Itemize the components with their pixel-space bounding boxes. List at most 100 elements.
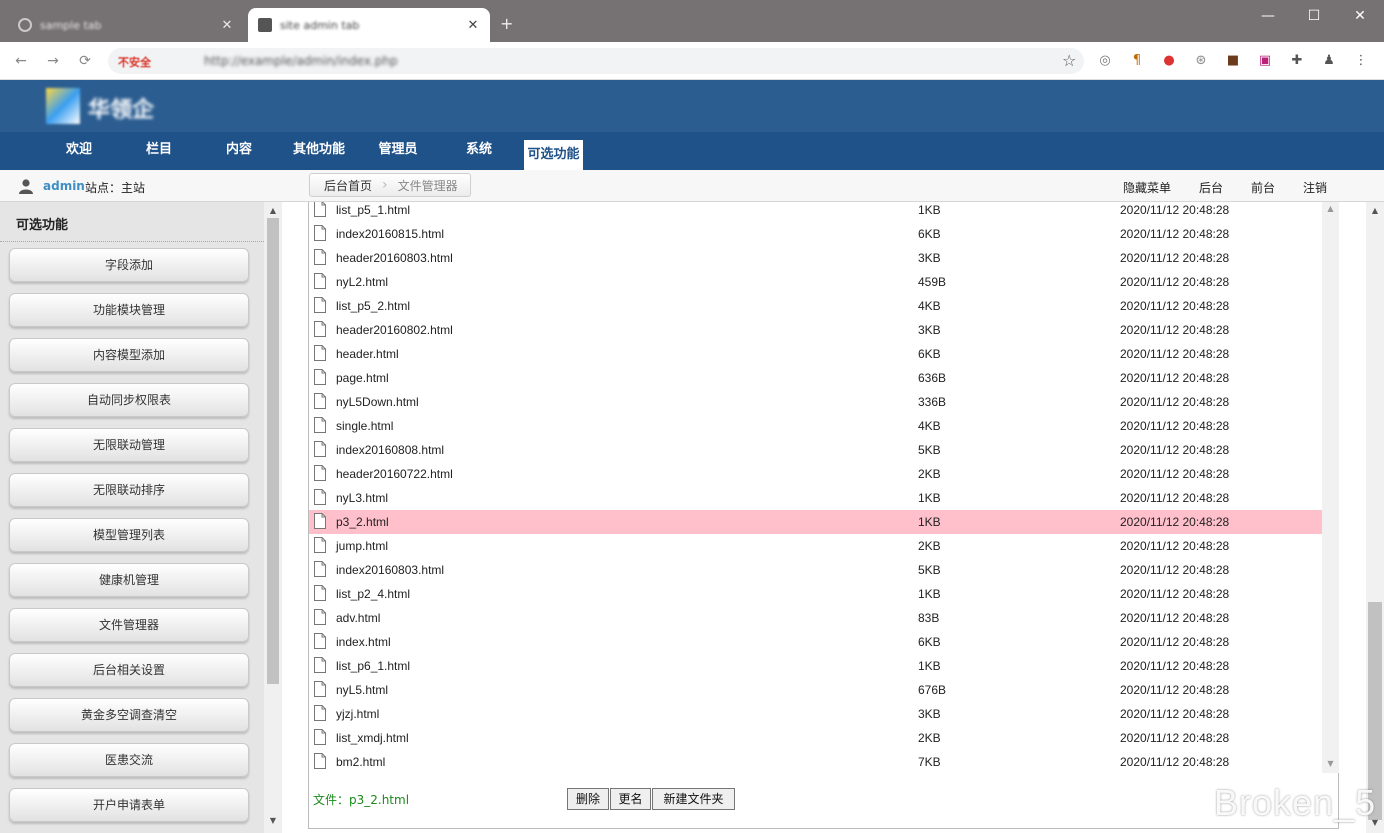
file-row[interactable]: list_xmdj.html 2KB 2020/11/12 20:48:28 xyxy=(309,726,1322,750)
maximize-button[interactable]: ☐ xyxy=(1292,6,1336,26)
file-name[interactable]: header20160722.html xyxy=(336,467,453,481)
back-icon[interactable]: ← xyxy=(12,52,30,70)
sidebar-item-sync-permissions[interactable]: 自动同步权限表 xyxy=(9,383,249,417)
paragraph-icon[interactable]: ¶ xyxy=(1128,52,1146,70)
new-tab-button[interactable]: + xyxy=(500,14,513,33)
breadcrumb-home[interactable]: 后台首页 xyxy=(310,177,382,194)
sidebar-item-content-model-add[interactable]: 内容模型添加 xyxy=(9,338,249,372)
profile-picture-icon[interactable]: ■ xyxy=(1224,52,1242,70)
extension-circle-icon[interactable]: ◎ xyxy=(1096,52,1114,70)
sidebar-item-account-form[interactable]: 开户申请表单 xyxy=(9,788,249,822)
extension-avatar-icon[interactable]: ● xyxy=(1160,52,1178,70)
nav-system[interactable]: 系统 xyxy=(452,132,506,170)
file-name[interactable]: list_p5_1.html xyxy=(336,203,410,217)
extension-box-icon[interactable]: ▣ xyxy=(1256,52,1274,70)
file-name[interactable]: single.html xyxy=(336,419,393,433)
scroll-up-icon[interactable]: ▲ xyxy=(264,206,282,215)
file-name[interactable]: index20160815.html xyxy=(336,227,444,241)
file-row[interactable]: adv.html 83B 2020/11/12 20:48:28 xyxy=(309,606,1322,630)
bookmark-star-icon[interactable]: ☆ xyxy=(1062,51,1076,70)
frontend-link[interactable]: 前台 xyxy=(1251,179,1275,196)
sidebar-item-file-manager[interactable]: 文件管理器 xyxy=(9,608,249,642)
sidebar-item-backend-settings[interactable]: 后台相关设置 xyxy=(9,653,249,687)
page-scrollbar[interactable]: ▲ ▼ xyxy=(1366,202,1384,833)
file-row[interactable]: nyL2.html 459B 2020/11/12 20:48:28 xyxy=(309,270,1322,294)
nav-optional-functions[interactable]: 可选功能 xyxy=(524,140,583,170)
file-name[interactable]: header20160802.html xyxy=(336,323,453,337)
file-row[interactable]: index20160803.html 5KB 2020/11/12 20:48:28 xyxy=(309,558,1322,582)
url-text[interactable]: http://example/admin/index.php xyxy=(204,54,398,68)
file-name[interactable]: nyL2.html xyxy=(336,275,388,289)
profile-icon[interactable]: ♟ xyxy=(1320,52,1338,70)
logout-link[interactable]: 注销 xyxy=(1303,179,1327,196)
not-secure-label[interactable]: 不安全 xyxy=(118,54,151,70)
file-name[interactable]: index.html xyxy=(336,635,391,649)
file-row[interactable]: single.html 4KB 2020/11/12 20:48:28 xyxy=(309,414,1322,438)
rename-button[interactable]: 更名 xyxy=(610,788,651,810)
file-row[interactable]: nyL3.html 1KB 2020/11/12 20:48:28 xyxy=(309,486,1322,510)
scroll-down-icon[interactable]: ▼ xyxy=(1322,759,1339,768)
file-row[interactable]: list_p6_1.html 1KB 2020/11/12 20:48:28 xyxy=(309,654,1322,678)
backend-link[interactable]: 后台 xyxy=(1199,179,1223,196)
file-row[interactable]: list_p5_1.html 1KB 2020/11/12 20:48:28 xyxy=(309,202,1322,222)
file-row[interactable]: header20160802.html 3KB 2020/11/12 20:48:2… xyxy=(309,318,1322,342)
window-close-button[interactable]: ✕ xyxy=(1338,6,1382,26)
sidebar-item-gold-survey-clear[interactable]: 黄金多空调查清空 xyxy=(9,698,249,732)
file-name[interactable]: yjzj.html xyxy=(336,707,379,721)
file-row[interactable]: list_p5_2.html 4KB 2020/11/12 20:48:28 xyxy=(309,294,1322,318)
nav-admins[interactable]: 管理员 xyxy=(368,132,428,170)
file-row[interactable]: header.html 6KB 2020/11/12 20:48:28 xyxy=(309,342,1322,366)
file-row[interactable]: list_p2_4.html 1KB 2020/11/12 20:48:28 xyxy=(309,582,1322,606)
file-name[interactable]: page.html xyxy=(336,371,389,385)
sidebar-item-field-add[interactable]: 字段添加 xyxy=(9,248,249,282)
browser-tab-active[interactable]: site admin tab ✕ xyxy=(248,8,490,42)
file-name[interactable]: bm2.html xyxy=(336,755,385,769)
file-name[interactable]: list_p6_1.html xyxy=(336,659,410,673)
nav-welcome[interactable]: 欢迎 xyxy=(52,132,106,170)
file-name[interactable]: list_p5_2.html xyxy=(336,299,410,313)
nav-other-functions[interactable]: 其他功能 xyxy=(284,132,354,170)
sidebar-scrollbar[interactable]: ▲ ▼ xyxy=(264,202,282,833)
scrollbar-thumb[interactable] xyxy=(267,218,279,684)
file-row[interactable]: yjzj.html 3KB 2020/11/12 20:48:28 xyxy=(309,702,1322,726)
forward-icon[interactable]: → xyxy=(44,52,62,70)
nav-columns[interactable]: 栏目 xyxy=(132,132,186,170)
close-icon[interactable]: ✕ xyxy=(220,18,234,33)
file-row[interactable]: index20160815.html 6KB 2020/11/12 20:48:28 xyxy=(309,222,1322,246)
file-row[interactable]: index20160808.html 5KB 2020/11/12 20:48:28 xyxy=(309,438,1322,462)
file-name[interactable]: p3_2.html xyxy=(336,515,389,529)
file-name[interactable]: nyL5.html xyxy=(336,683,388,697)
new-folder-button[interactable]: 新建文件夹 xyxy=(652,788,735,810)
menu-kebab-icon[interactable]: ⋮ xyxy=(1352,52,1370,70)
file-name[interactable]: nyL5Down.html xyxy=(336,395,419,409)
file-row[interactable]: index.html 6KB 2020/11/12 20:48:28 xyxy=(309,630,1322,654)
sidebar-item-doctor-patient[interactable]: 医患交流 xyxy=(9,743,249,777)
extensions-puzzle-icon[interactable]: ✚ xyxy=(1288,52,1306,70)
scroll-down-icon[interactable]: ▼ xyxy=(264,816,282,825)
file-name[interactable]: header.html xyxy=(336,347,399,361)
file-row[interactable]: nyL5.html 676B 2020/11/12 20:48:28 xyxy=(309,678,1322,702)
file-row[interactable]: header20160803.html 3KB 2020/11/12 20:48:2… xyxy=(309,246,1322,270)
username-link[interactable]: admin xyxy=(43,179,85,193)
sidebar-item-module-management[interactable]: 功能模块管理 xyxy=(9,293,249,327)
sidebar-item-health-machine[interactable]: 健康机管理 xyxy=(9,563,249,597)
file-row[interactable]: bm2.html 7KB 2020/11/12 20:48:28 xyxy=(309,750,1322,773)
file-row[interactable]: nyL5Down.html 336B 2020/11/12 20:48:28 xyxy=(309,390,1322,414)
minimize-button[interactable]: — xyxy=(1246,6,1290,26)
nav-content[interactable]: 内容 xyxy=(212,132,266,170)
file-name[interactable]: nyL3.html xyxy=(336,491,388,505)
delete-button[interactable]: 删除 xyxy=(567,788,609,810)
reload-icon[interactable]: ⟳ xyxy=(76,52,94,70)
address-bar[interactable]: 不安全 http://example/admin/index.php ☆ xyxy=(108,48,1084,74)
extension-badge-icon[interactable]: ⊛ xyxy=(1192,52,1210,70)
file-name[interactable]: list_p2_4.html xyxy=(336,587,410,601)
file-row[interactable]: page.html 636B 2020/11/12 20:48:28 xyxy=(309,366,1322,390)
file-list-scrollbar[interactable]: ▲ ▼ xyxy=(1322,202,1339,773)
file-row[interactable]: jump.html 2KB 2020/11/12 20:48:28 xyxy=(309,534,1322,558)
file-name[interactable]: list_xmdj.html xyxy=(336,731,409,745)
hide-menu-link[interactable]: 隐藏菜单 xyxy=(1123,179,1171,196)
scroll-up-icon[interactable]: ▲ xyxy=(1366,206,1384,215)
close-icon[interactable]: ✕ xyxy=(466,18,480,33)
file-name[interactable]: adv.html xyxy=(336,611,380,625)
sidebar-item-linkage-management[interactable]: 无限联动管理 xyxy=(9,428,249,462)
